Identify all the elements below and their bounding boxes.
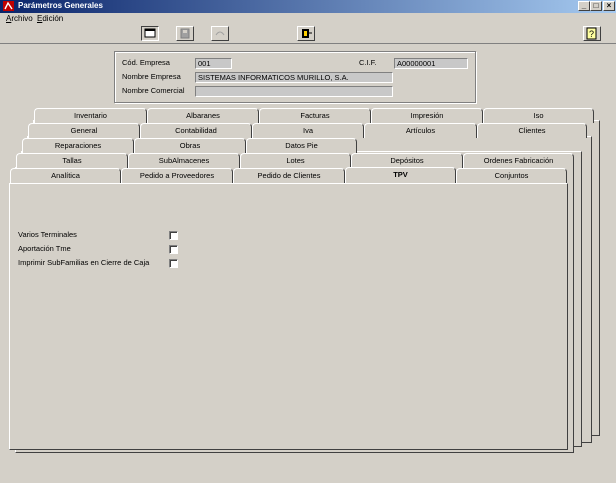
tab-lotes[interactable]: Lotes	[240, 153, 351, 168]
nombre-empresa-field[interactable]: SISTEMAS INFORMATICOS MURILLO, S.A.	[195, 72, 393, 83]
tab-analitica[interactable]: Analítica	[10, 168, 121, 183]
menu-edicion[interactable]: Edición	[37, 14, 63, 23]
varios-terminales-checkbox[interactable]	[169, 231, 178, 240]
tab-clientes[interactable]: Clientes	[477, 123, 587, 138]
nombre-comercial-label: Nombre Comercial	[122, 86, 185, 95]
svg-text:?: ?	[589, 29, 594, 39]
save-icon	[180, 28, 190, 39]
imprimir-subfamilias-label: Imprimir SubFamilias en Cierre de Caja	[18, 258, 150, 267]
tab-articulos[interactable]: Artículos	[364, 123, 477, 138]
imprimir-subfamilias-checkbox[interactable]	[169, 259, 178, 268]
aportacion-tme-checkbox[interactable]	[169, 245, 178, 254]
tab-tpv[interactable]: TPV	[345, 167, 456, 183]
tab-reparaciones[interactable]: Reparaciones	[22, 138, 134, 153]
undo-icon	[215, 31, 225, 36]
toolbar-undo-button[interactable]	[211, 26, 229, 41]
toolbar-window-button[interactable]	[141, 26, 159, 41]
menu-bar: Archivo Edición	[0, 13, 616, 25]
cif-field[interactable]: A00000001	[394, 58, 468, 69]
toolbar-save-button[interactable]	[176, 26, 194, 41]
toolbar-help-button[interactable]: ?	[583, 26, 601, 41]
maximize-button[interactable]: □	[590, 1, 602, 11]
tab-iva[interactable]: Iva	[252, 123, 364, 138]
tab-albaranes[interactable]: Albaranes	[147, 108, 259, 123]
tab-inventario[interactable]: Inventario	[34, 108, 147, 123]
tab-obras[interactable]: Obras	[134, 138, 246, 153]
cif-label: C.I.F.	[359, 58, 377, 67]
tab-contabilidad[interactable]: Contabilidad	[140, 123, 252, 138]
tab-facturas[interactable]: Facturas	[259, 108, 371, 123]
tab-ordenes-fabricacion[interactable]: Ordenes Fabricación	[463, 153, 574, 168]
varios-terminales-label: Varios Terminales	[18, 230, 77, 239]
tab-general[interactable]: General	[28, 123, 140, 138]
window-title: Parámetros Generales	[18, 1, 103, 10]
window-icon	[144, 28, 156, 38]
tab-subalmacenes[interactable]: SubAlmacenes	[128, 153, 240, 168]
maximize-icon: □	[593, 1, 599, 10]
nombre-comercial-field[interactable]	[195, 86, 393, 97]
help-icon: ?	[586, 27, 597, 40]
tpv-panel: Varios Terminales Aportación Tme Imprimi…	[9, 183, 568, 450]
exit-icon	[302, 29, 312, 38]
tab-pedido-clientes[interactable]: Pedido de Clientes	[233, 168, 345, 183]
tab-iso[interactable]: Iso	[483, 108, 594, 123]
minimize-button[interactable]: _	[578, 1, 590, 11]
menu-archivo[interactable]: Archivo	[6, 14, 33, 23]
tab-impresion[interactable]: Impresión	[371, 108, 483, 123]
aportacion-tme-label: Aportación Tme	[18, 244, 71, 253]
app-icon	[3, 1, 14, 11]
cod-empresa-field[interactable]: 001	[195, 58, 232, 69]
tab-tallas[interactable]: Tallas	[16, 153, 128, 168]
close-button[interactable]: ×	[603, 1, 615, 11]
close-icon: ×	[606, 1, 612, 10]
toolbar-exit-button[interactable]	[297, 26, 315, 41]
cod-empresa-label: Cód. Empresa	[122, 58, 170, 67]
minimize-icon: _	[581, 1, 587, 10]
tab-conjuntos[interactable]: Conjuntos	[456, 168, 567, 183]
tab-datos-pie[interactable]: Datos Pie	[246, 138, 357, 153]
title-bar: Parámetros Generales _ □ ×	[0, 0, 616, 13]
tab-pedido-proveedores[interactable]: Pedido a Proveedores	[121, 168, 233, 183]
nombre-empresa-label: Nombre Empresa	[122, 72, 181, 81]
tab-depositos[interactable]: Depósitos	[351, 153, 463, 168]
